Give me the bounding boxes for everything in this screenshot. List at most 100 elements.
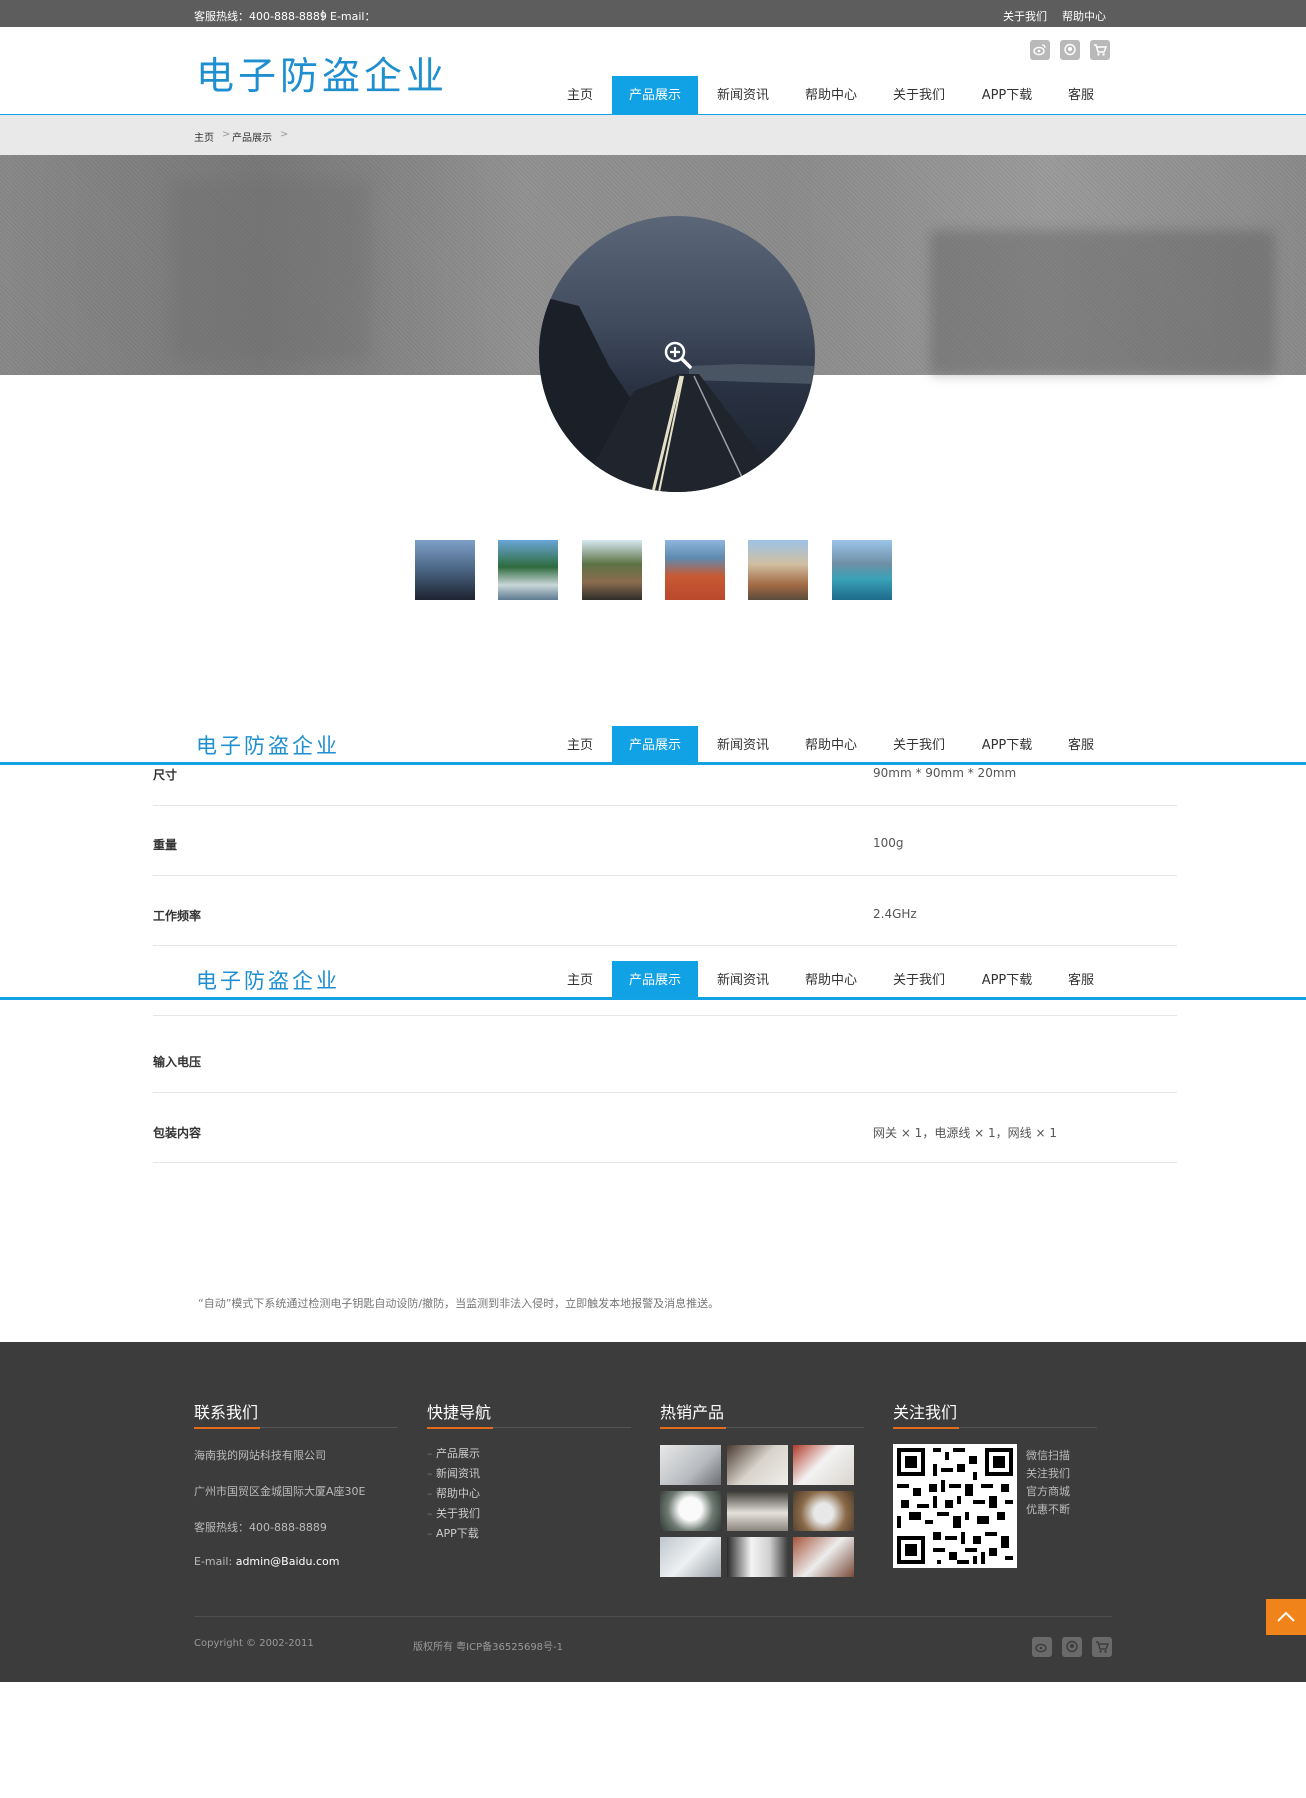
breadcrumb-sep: > xyxy=(280,129,289,140)
nav-about[interactable]: 关于我们 xyxy=(881,961,957,999)
nav-products[interactable]: 产品展示 xyxy=(612,726,698,764)
nav-service[interactable]: 客服 xyxy=(1052,961,1110,999)
hot-product-image[interactable] xyxy=(793,1491,854,1531)
top-bar: 客服热线：400-888-8889 | E-mail： 关于我们 帮助中心 xyxy=(0,0,1306,27)
footer-email-label: E-mail: xyxy=(194,1555,236,1568)
hot-product-image[interactable] xyxy=(727,1537,788,1577)
hot-product-image[interactable] xyxy=(793,1537,854,1577)
spec-divider xyxy=(153,875,1177,876)
footer-email: E-mail: admin@Baidu.com xyxy=(194,1555,339,1568)
nav-products[interactable]: 产品展示 xyxy=(612,76,698,114)
nav-underline xyxy=(0,997,1306,1000)
follow-text: 关注我们 xyxy=(1026,1467,1070,1480)
gallery-thumbnail[interactable] xyxy=(832,540,892,600)
footer-company: 海南我的网站科技有限公司 xyxy=(194,1449,326,1462)
spec-divider xyxy=(153,805,1177,806)
back-to-top-button[interactable] xyxy=(1266,1599,1306,1635)
nav-help[interactable]: 帮助中心 xyxy=(793,961,869,999)
spec-divider xyxy=(153,1162,1177,1163)
hotline-text: 客服热线：400-888-8889 xyxy=(194,10,327,23)
nav-home[interactable]: 主页 xyxy=(555,961,605,999)
chevron-up-icon xyxy=(1277,1611,1295,1622)
nav-app[interactable]: APP下载 xyxy=(969,726,1045,764)
hot-product-image[interactable] xyxy=(727,1445,788,1485)
footer-link[interactable]: – APP下载 xyxy=(427,1525,479,1541)
footer-title-underline xyxy=(427,1427,631,1429)
spec-label: 重量 xyxy=(153,838,178,852)
hot-product-image[interactable] xyxy=(660,1445,721,1485)
top-link-help[interactable]: 帮助中心 xyxy=(1062,8,1106,24)
nav-service[interactable]: 客服 xyxy=(1052,726,1110,764)
qq-icon[interactable] xyxy=(1060,40,1080,60)
nav-app[interactable]: APP下载 xyxy=(969,961,1045,999)
footer-title-underline xyxy=(194,1427,398,1429)
nav-app[interactable]: APP下载 xyxy=(969,76,1045,114)
gallery-thumbnail[interactable] xyxy=(498,540,558,600)
spec-divider xyxy=(153,1015,1177,1016)
nav-about[interactable]: 关于我们 xyxy=(881,76,957,114)
zoom-in-icon[interactable] xyxy=(663,340,693,374)
breadcrumb-sep: > xyxy=(222,129,231,140)
footer-address: 广州市国贸区金城国际大厦A座30E xyxy=(194,1485,366,1498)
top-link-about[interactable]: 关于我们 xyxy=(1003,8,1047,24)
footer-contact-title: 联系我们 xyxy=(194,1403,259,1422)
spec-divider xyxy=(153,1092,1177,1093)
footer-link[interactable]: – 新闻资讯 xyxy=(427,1465,480,1481)
gallery-thumbnail[interactable] xyxy=(748,540,808,600)
cart-icon[interactable] xyxy=(1090,40,1110,60)
follow-text: 优惠不断 xyxy=(1026,1503,1070,1516)
nav-products[interactable]: 产品展示 xyxy=(612,961,698,999)
footer-hotline: 客服热线：400-888-8889 xyxy=(194,1521,327,1534)
site-logo[interactable]: 电子防盗企业 xyxy=(196,45,448,100)
gallery-thumbnail[interactable] xyxy=(665,540,725,600)
spec-value: 100g xyxy=(873,836,904,850)
nav-news[interactable]: 新闻资讯 xyxy=(705,726,781,764)
hot-product-image[interactable] xyxy=(793,1445,854,1485)
hot-product-image[interactable] xyxy=(660,1491,721,1531)
sticky-logo[interactable]: 电子防盗企业 xyxy=(196,965,340,995)
breadcrumb-home[interactable]: 主页 xyxy=(194,129,214,144)
follow-text: 官方商城 xyxy=(1026,1485,1070,1498)
nav-home[interactable]: 主页 xyxy=(555,76,605,114)
spec-value: 2.4GHz xyxy=(873,907,917,921)
nav-help[interactable]: 帮助中心 xyxy=(793,726,869,764)
sticky-logo[interactable]: 电子防盗企业 xyxy=(196,730,340,760)
nav-news[interactable]: 新闻资讯 xyxy=(705,961,781,999)
nav-news[interactable]: 新闻资讯 xyxy=(705,76,781,114)
footer-email-link[interactable]: admin@Baidu.com xyxy=(236,1555,340,1568)
footer-link[interactable]: – 关于我们 xyxy=(427,1505,480,1521)
nav-underline xyxy=(0,762,1306,765)
footer-title-underline xyxy=(893,1427,1097,1429)
cart-icon[interactable] xyxy=(1092,1637,1112,1657)
weibo-icon[interactable] xyxy=(1032,1637,1052,1657)
spec-value: 90mm * 90mm * 20mm xyxy=(873,766,1017,780)
nav-home[interactable]: 主页 xyxy=(555,726,605,764)
product-image[interactable] xyxy=(539,216,815,492)
spec-value: 网关 × 1，电源线 × 1，网线 × 1 xyxy=(873,1126,1057,1140)
qq-icon[interactable] xyxy=(1062,1637,1082,1657)
spec-label: 包装内容 xyxy=(153,1126,202,1140)
footer-title-underline xyxy=(660,1427,864,1429)
spec-label: 工作频率 xyxy=(153,909,202,923)
gallery-thumbnail[interactable] xyxy=(415,540,475,600)
icp-record: 版权所有 粤ICP备36525698号-1 xyxy=(413,1642,564,1653)
qr-code xyxy=(893,1444,1017,1568)
footer: 联系我们 海南我的网站科技有限公司 广州市国贸区金城国际大厦A座30E 客服热线… xyxy=(0,1342,1306,1682)
nav-service[interactable]: 客服 xyxy=(1052,76,1110,114)
footer-quicknav-title: 快捷导航 xyxy=(427,1403,492,1422)
hot-product-image[interactable] xyxy=(660,1537,721,1577)
footer-link[interactable]: – 产品展示 xyxy=(427,1445,480,1461)
email-text: E-mail： xyxy=(330,10,376,23)
spec-label: 输入电压 xyxy=(153,1055,202,1069)
separator: | xyxy=(321,8,325,21)
breadcrumb: 主页 > 产品展示 > xyxy=(0,115,1306,155)
nav-about[interactable]: 关于我们 xyxy=(881,726,957,764)
breadcrumb-current[interactable]: 产品展示 xyxy=(232,129,272,144)
follow-text: 微信扫描 xyxy=(1026,1449,1070,1462)
weibo-icon[interactable] xyxy=(1030,40,1050,60)
gallery-thumbnail[interactable] xyxy=(582,540,642,600)
footer-link[interactable]: – 帮助中心 xyxy=(427,1485,480,1501)
footer-hot-title: 热销产品 xyxy=(660,1403,725,1422)
hot-product-image[interactable] xyxy=(727,1491,788,1531)
nav-help[interactable]: 帮助中心 xyxy=(793,76,869,114)
